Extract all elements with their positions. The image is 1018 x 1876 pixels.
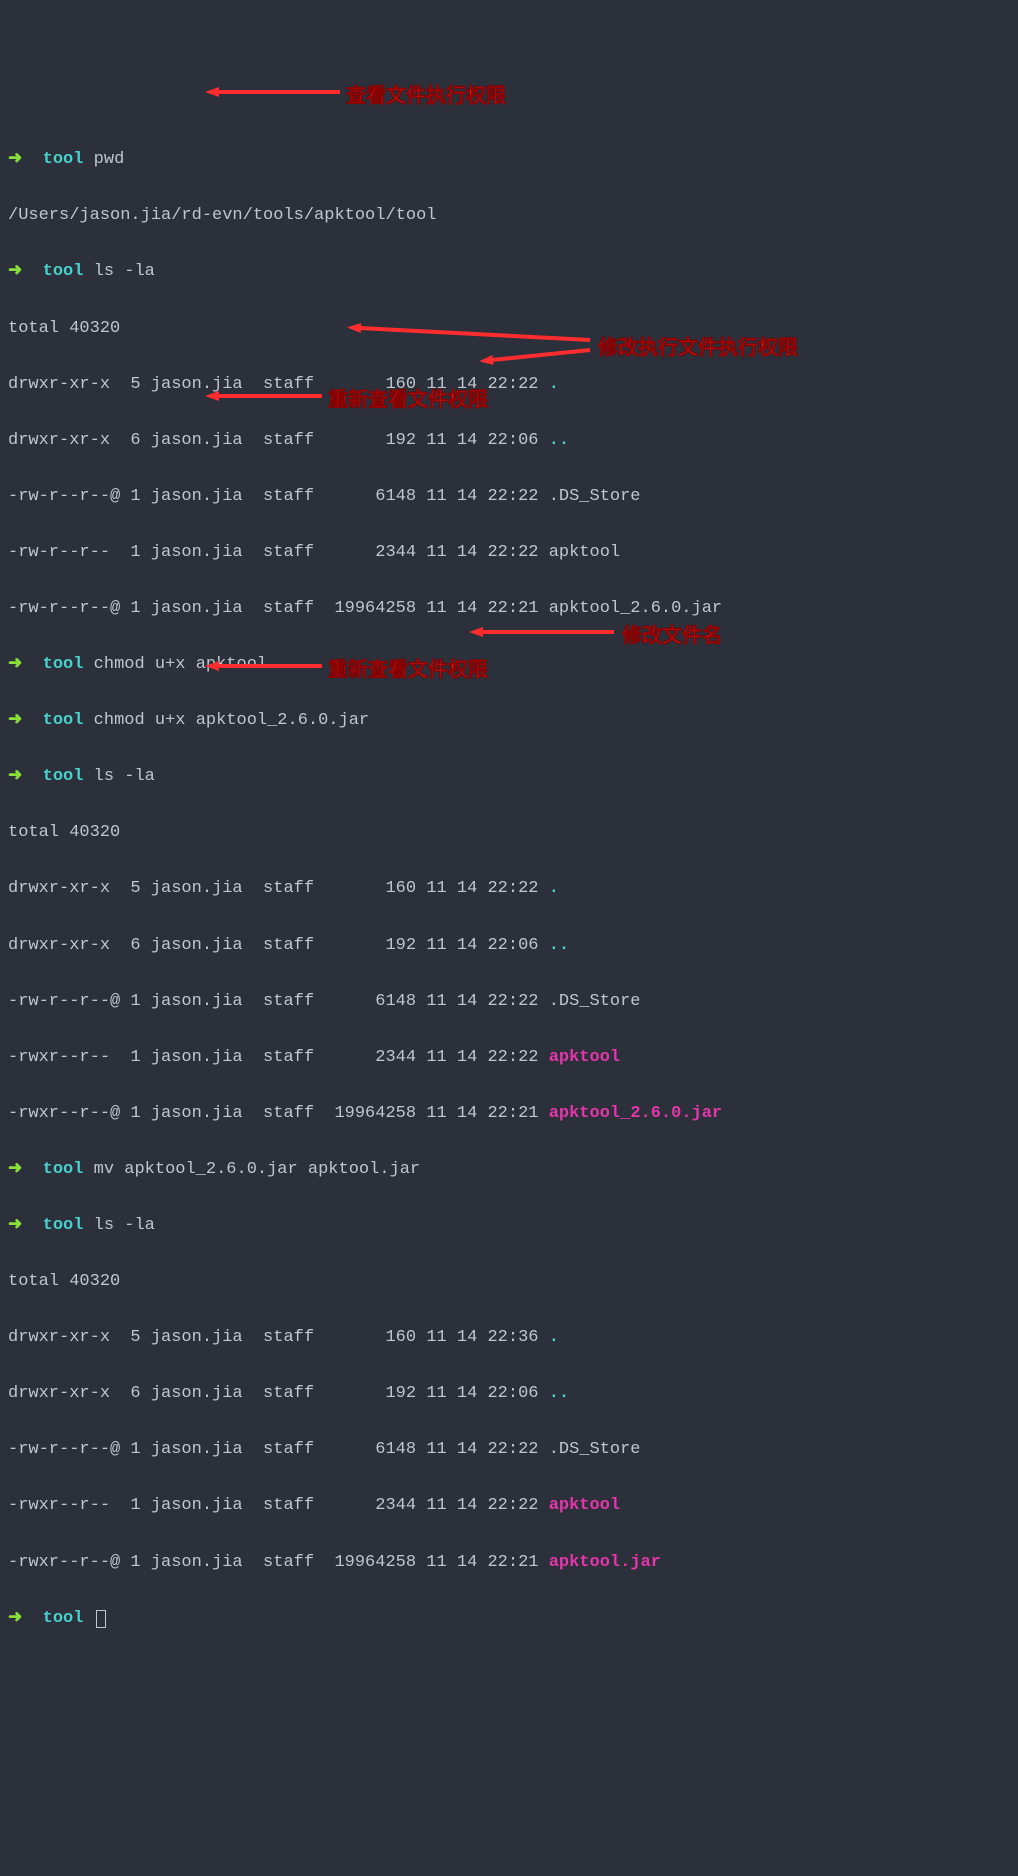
cmd-text: ls -la (94, 767, 155, 786)
prompt-arrow: ➜ (8, 711, 22, 730)
output-line: drwxr-xr-x 6 jason.jia staff 192 11 14 2… (8, 427, 1010, 455)
output-line: drwxr-xr-x 6 jason.jia staff 192 11 14 2… (8, 932, 1010, 960)
output-line: total 40320 (8, 819, 1010, 847)
prompt-arrow: ➜ (8, 1216, 22, 1235)
output-line: -rw-r--r--@ 1 jason.jia staff 19964258 1… (8, 595, 1010, 623)
file-perms: -rwxr--r--@ 1 jason.jia staff 19964258 1… (8, 1104, 549, 1123)
prompt-dir: tool (43, 262, 84, 281)
prompt-dir: tool (43, 767, 84, 786)
output-line: -rw-r--r--@ 1 jason.jia staff 6148 11 14… (8, 483, 1010, 511)
prompt-arrow: ➜ (8, 655, 22, 674)
cmd-text: chmod u+x apktool_2.6.0.jar (94, 711, 369, 730)
cmd-line-chmod2: ➜ tool chmod u+x apktool_2.6.0.jar (8, 707, 1010, 735)
annotation-check-perms: 查看文件执行权限 (346, 80, 506, 113)
output-line: total 40320 (8, 315, 1010, 343)
cmd-line-mv: ➜ tool mv apktool_2.6.0.jar apktool.jar (8, 1156, 1010, 1184)
output-line: drwxr-xr-x 5 jason.jia staff 160 11 14 2… (8, 1324, 1010, 1352)
output-line: -rw-r--r--@ 1 jason.jia staff 6148 11 14… (8, 988, 1010, 1016)
cmd-line-ls3: ➜ tool ls -la (8, 1212, 1010, 1240)
output-line: -rwxr--r--@ 1 jason.jia staff 19964258 1… (8, 1100, 1010, 1128)
cmd-text: pwd (94, 150, 125, 169)
prompt-arrow: ➜ (8, 150, 22, 169)
prompt-arrow: ➜ (8, 767, 22, 786)
file-perms: drwxr-xr-x 6 jason.jia staff 192 11 14 2… (8, 1384, 549, 1403)
output-line: -rw-r--r--@ 1 jason.jia staff 6148 11 14… (8, 1436, 1010, 1464)
prompt-arrow: ➜ (8, 262, 22, 281)
output-line: -rwxr--r--@ 1 jason.jia staff 19964258 1… (8, 1549, 1010, 1577)
file-perms: -rwxr--r--@ 1 jason.jia staff 19964258 1… (8, 1553, 549, 1572)
output-line: /Users/jason.jia/rd-evn/tools/apktool/to… (8, 202, 1010, 230)
prompt-dir: tool (43, 150, 84, 169)
output-line: drwxr-xr-x 5 jason.jia staff 160 11 14 2… (8, 371, 1010, 399)
dir-dotdot: .. (549, 1384, 569, 1403)
cmd-line-pwd: ➜ tool pwd (8, 146, 1010, 174)
cmd-text: mv apktool_2.6.0.jar apktool.jar (94, 1160, 420, 1179)
output-line: -rw-r--r-- 1 jason.jia staff 2344 11 14 … (8, 539, 1010, 567)
dir-dotdot: .. (549, 431, 569, 450)
exec-file: apktool (549, 1496, 620, 1515)
file-perms: drwxr-xr-x 6 jason.jia staff 192 11 14 2… (8, 431, 549, 450)
cmd-text: ls -la (94, 1216, 155, 1235)
prompt-arrow: ➜ (8, 1160, 22, 1179)
file-perms: drwxr-xr-x 5 jason.jia staff 160 11 14 2… (8, 375, 549, 394)
dir-dotdot: .. (549, 936, 569, 955)
prompt-dir: tool (43, 655, 84, 674)
prompt-dir: tool (43, 1160, 84, 1179)
file-perms: -rwxr--r-- 1 jason.jia staff 2344 11 14 … (8, 1048, 549, 1067)
output-line: drwxr-xr-x 5 jason.jia staff 160 11 14 2… (8, 875, 1010, 903)
file-perms: -rwxr--r-- 1 jason.jia staff 2344 11 14 … (8, 1496, 549, 1515)
terminal-output: ➜ tool pwd /Users/jason.jia/rd-evn/tools… (8, 118, 1010, 1661)
file-perms: drwxr-xr-x 6 jason.jia staff 192 11 14 2… (8, 936, 549, 955)
dir-dot: . (549, 1328, 559, 1347)
prompt-dir: tool (43, 1609, 84, 1628)
cmd-line-chmod1: ➜ tool chmod u+x apktool (8, 651, 1010, 679)
cursor-icon (96, 1610, 106, 1628)
prompt-dir: tool (43, 1216, 84, 1235)
dir-dot: . (549, 879, 559, 898)
cmd-line-cursor[interactable]: ➜ tool (8, 1605, 1010, 1633)
cmd-line-ls2: ➜ tool ls -la (8, 763, 1010, 791)
prompt-dir: tool (43, 711, 84, 730)
exec-file: apktool.jar (549, 1553, 661, 1572)
output-line: total 40320 (8, 1268, 1010, 1296)
dir-dot: . (549, 375, 559, 394)
output-line: drwxr-xr-x 6 jason.jia staff 192 11 14 2… (8, 1380, 1010, 1408)
exec-file: apktool (549, 1048, 620, 1067)
prompt-arrow: ➜ (8, 1609, 22, 1628)
file-perms: drwxr-xr-x 5 jason.jia staff 160 11 14 2… (8, 879, 549, 898)
cmd-text: chmod u+x apktool (94, 655, 267, 674)
exec-file: apktool_2.6.0.jar (549, 1104, 722, 1123)
cmd-line-ls: ➜ tool ls -la (8, 258, 1010, 286)
cmd-text: ls -la (94, 262, 155, 281)
file-perms: drwxr-xr-x 5 jason.jia staff 160 11 14 2… (8, 1328, 549, 1347)
output-line: -rwxr--r-- 1 jason.jia staff 2344 11 14 … (8, 1044, 1010, 1072)
output-line: -rwxr--r-- 1 jason.jia staff 2344 11 14 … (8, 1492, 1010, 1520)
